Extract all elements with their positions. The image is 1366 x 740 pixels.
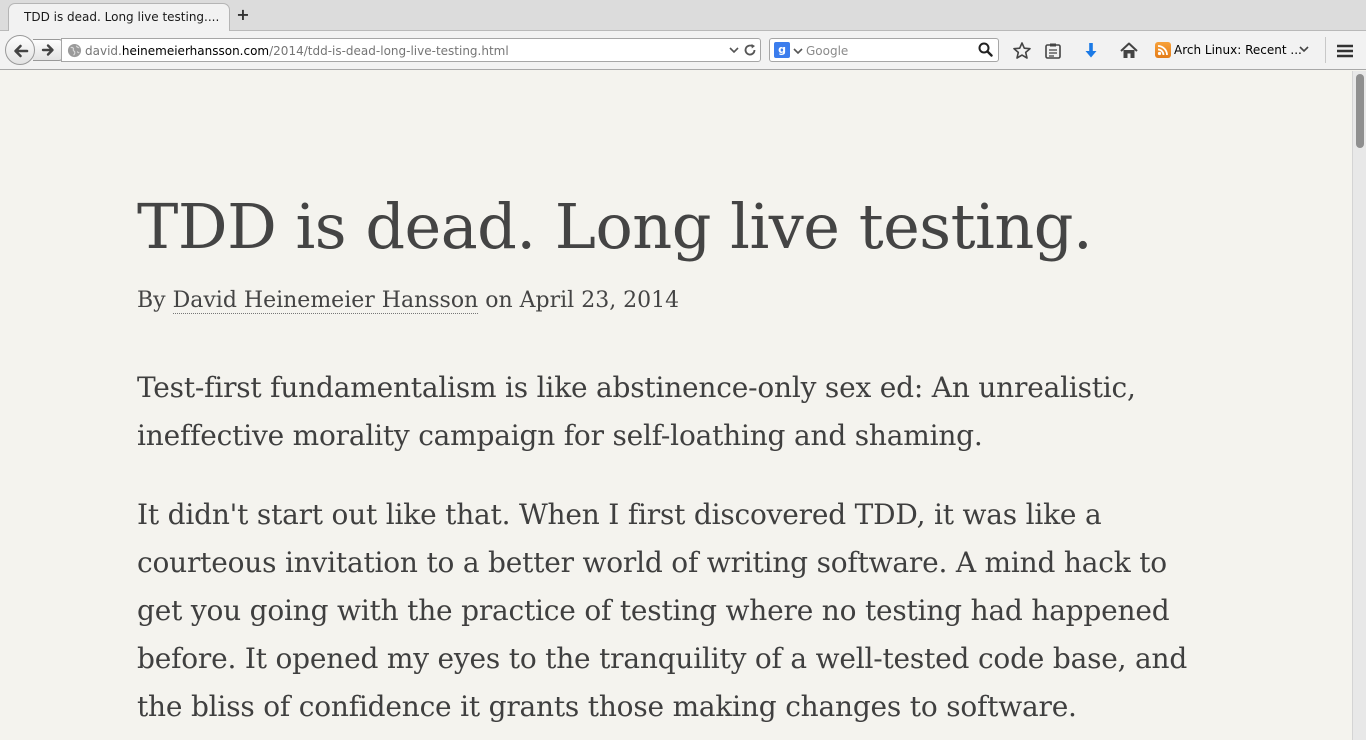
url-text[interactable]: david.heinemeierhansson.com/2014/tdd-is-… bbox=[85, 44, 509, 58]
byline-middle: on bbox=[478, 288, 520, 313]
chevron-down-icon bbox=[793, 48, 803, 55]
globe-icon bbox=[67, 43, 82, 58]
url-domain: heinemeierhansson.com bbox=[121, 44, 270, 58]
search-engine-selector[interactable]: g bbox=[774, 42, 804, 60]
chevron-down-icon[interactable] bbox=[728, 44, 740, 56]
url-path: /2014/tdd-is-dead-long-live-testing.html bbox=[269, 44, 509, 58]
rss-icon bbox=[1155, 42, 1171, 58]
publish-date: April 23, 2014 bbox=[519, 288, 680, 313]
new-tab-button[interactable]: + bbox=[234, 5, 252, 25]
back-button[interactable] bbox=[5, 35, 35, 65]
search-icon[interactable] bbox=[978, 42, 993, 57]
arrow-left-icon bbox=[14, 44, 29, 58]
bookmark-arch-linux[interactable]: Arch Linux: Recent ... bbox=[1153, 40, 1313, 62]
star-icon[interactable] bbox=[1011, 40, 1033, 62]
tab-strip: TDD is dead. Long live testing.... + bbox=[0, 0, 1366, 32]
download-icon[interactable] bbox=[1080, 40, 1102, 62]
scrollbar-thumb[interactable] bbox=[1356, 74, 1364, 148]
tab-title: TDD is dead. Long live testing.... bbox=[24, 10, 220, 24]
reading-list-icon[interactable] bbox=[1042, 40, 1064, 62]
page-viewport: TDD is dead. Long live testing. By David… bbox=[0, 71, 1352, 740]
paragraph-2: It didn't start out like that. When I fi… bbox=[137, 498, 1188, 723]
vertical-scrollbar[interactable] bbox=[1352, 71, 1366, 740]
google-icon: g bbox=[774, 42, 790, 58]
search-bar: g bbox=[769, 38, 999, 62]
back-forward-group bbox=[5, 35, 63, 65]
byline-prefix: By bbox=[137, 288, 173, 313]
author-link[interactable]: David Heinemeier Hansson bbox=[172, 288, 479, 314]
navigation-toolbar: david.heinemeierhansson.com/2014/tdd-is-… bbox=[0, 31, 1366, 70]
byline: By David Heinemeier Hansson on April 23,… bbox=[137, 288, 680, 314]
tab-active[interactable]: TDD is dead. Long live testing.... bbox=[8, 3, 230, 32]
url-bar[interactable]: david.heinemeierhansson.com/2014/tdd-is-… bbox=[61, 38, 761, 62]
paragraph-1: Test-first fundamentalism is like abstin… bbox=[137, 371, 1136, 452]
url-prefix: david. bbox=[85, 44, 122, 58]
toolbar-separator bbox=[1325, 37, 1326, 63]
article-title: TDD is dead. Long live testing. bbox=[137, 190, 1093, 263]
hamburger-menu-icon[interactable] bbox=[1334, 40, 1356, 62]
chevron-down-icon bbox=[1299, 46, 1309, 53]
bookmark-label: Arch Linux: Recent ... bbox=[1174, 43, 1302, 57]
reload-icon[interactable] bbox=[743, 43, 757, 57]
search-input[interactable] bbox=[806, 41, 974, 60]
home-icon[interactable] bbox=[1118, 40, 1140, 62]
forward-button[interactable] bbox=[33, 39, 63, 61]
arrow-right-icon bbox=[41, 44, 54, 56]
